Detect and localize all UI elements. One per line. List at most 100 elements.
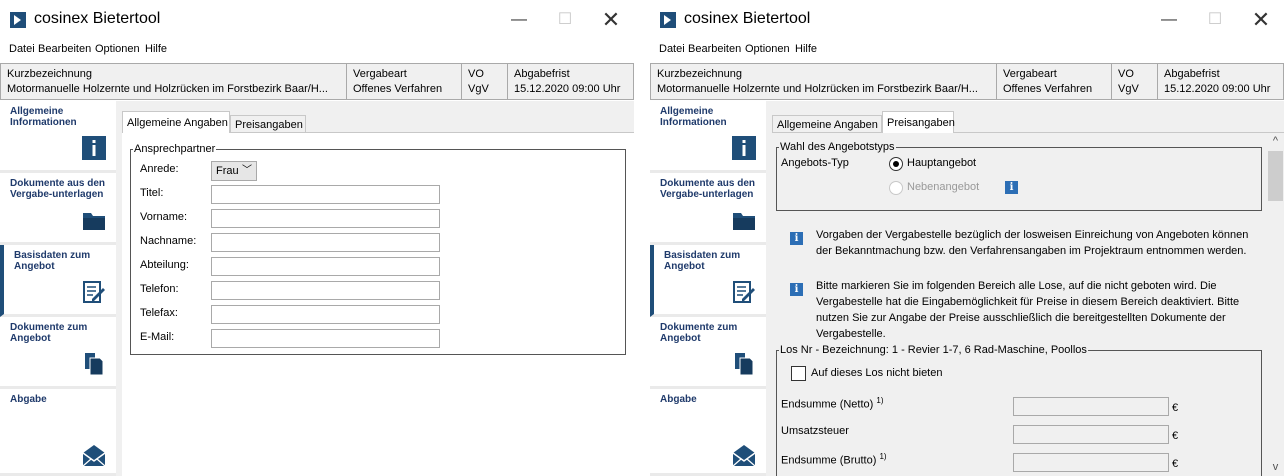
tab-preisangaben[interactable]: Preisangaben — [882, 111, 955, 133]
hauptangebot-radio[interactable] — [889, 157, 903, 171]
app-title: cosinex Bietertool — [684, 10, 811, 27]
project-info-bar: Kurzbezeichnung Motormanuelle Holzernte … — [650, 63, 1284, 100]
nicht-bieten-label: Auf dieses Los nicht bieten — [811, 367, 943, 379]
vorname-input[interactable] — [211, 209, 440, 228]
menu-bearbeiten[interactable]: Bearbeiten — [38, 43, 91, 55]
kurzbezeichnung-column: Kurzbezeichnung Motormanuelle Holzernte … — [651, 64, 996, 99]
vo-value: VgV — [1118, 83, 1139, 95]
anrede-value: Frau — [216, 165, 239, 177]
minimize-button[interactable]: — — [1154, 8, 1184, 32]
documents-icon — [735, 353, 754, 376]
kurzbezeichnung-label: Kurzbezeichnung — [7, 68, 93, 80]
app-logo-icon — [660, 12, 676, 28]
email-label: E-Mail: — [140, 331, 175, 343]
menu-optionen[interactable]: Optionen — [95, 43, 140, 55]
nicht-bieten-checkbox[interactable] — [791, 366, 806, 381]
nav-label: Abgabe — [10, 394, 47, 405]
content-area: Allgemeine Angaben Preisangaben Ansprech… — [116, 101, 634, 476]
telefon-label: Telefon: — [140, 283, 179, 295]
losweise-hinweis: Vorgaben der Vergabestelle bezüglich der… — [816, 229, 1249, 257]
abteilung-label: Abteilung: — [140, 259, 189, 271]
currency-label: € — [1172, 458, 1179, 470]
anrede-select[interactable]: Frau ﹀ — [211, 161, 257, 181]
nav-dokumente-angebot[interactable]: Dokumente zum Angebot — [650, 317, 766, 389]
kurzbezeichnung-label: Kurzbezeichnung — [657, 68, 743, 80]
abgabefrist-column: Abgabefrist 15.12.2020 09:00 Uhr — [507, 64, 633, 99]
vergabeart-label: Vergabeart — [1003, 68, 1057, 80]
hauptangebot-label: Hauptangebot — [907, 157, 977, 169]
bietertool-window-allgemeine-angaben: cosinex Bietertool — ☐ ✕ Datei Bearbeite… — [0, 0, 634, 476]
currency-label: € — [1172, 402, 1179, 414]
kurzbezeichnung-value: Motormanuelle Holzernte und Holzrücken i… — [7, 83, 328, 95]
nav-dokumente-vergabeunterlagen[interactable]: Dokumente aus den Vergabe-unterlagen — [650, 173, 766, 245]
nav-label: Basisdaten zum Angebot — [664, 250, 741, 272]
chevron-down-icon: ﹀ — [242, 165, 252, 176]
nav-abgabe[interactable]: Abgabe — [650, 389, 766, 476]
nav-label: Dokumente aus den Vergabe-unterlagen — [10, 178, 106, 200]
email-input[interactable] — [211, 329, 440, 348]
vorname-label: Vorname: — [140, 211, 188, 223]
nav-dokumente-angebot[interactable]: Dokumente zum Angebot — [0, 317, 116, 389]
nav-abgabe[interactable]: Abgabe — [0, 389, 116, 476]
endsumme-netto-input — [1013, 397, 1169, 416]
abgabefrist-column: Abgabefrist 15.12.2020 09:00 Uhr — [1157, 64, 1283, 99]
nav-label: Dokumente aus den Vergabe-unterlagen — [660, 178, 756, 200]
folder-icon — [733, 213, 755, 230]
footnote-mark: 1) — [876, 396, 884, 405]
scroll-down-icon[interactable]: v — [1267, 459, 1284, 476]
edit-form-icon — [83, 281, 105, 303]
info-icon[interactable]: i — [1005, 181, 1018, 194]
menu-hilfe[interactable]: Hilfe — [145, 43, 167, 55]
minimize-button[interactable]: — — [504, 8, 534, 32]
info-icon — [82, 136, 106, 160]
sidebar: Allgemeine Informationen Dokumente aus d… — [0, 101, 116, 476]
nav-label: Dokumente zum Angebot — [660, 322, 738, 344]
scroll-up-icon[interactable]: ^ — [1267, 133, 1284, 150]
tab-allgemeine-angaben[interactable]: Allgemeine Angaben — [122, 111, 230, 133]
vo-label: VO — [1118, 68, 1134, 80]
menu-datei[interactable]: Datei — [659, 43, 685, 55]
vergabeart-value: Offenes Verfahren — [1003, 83, 1093, 95]
close-button[interactable]: ✕ — [1246, 8, 1276, 32]
title-bar: cosinex Bietertool — ☐ ✕ — [0, 0, 634, 40]
sidebar: Allgemeine Informationen Dokumente aus d… — [650, 101, 766, 476]
menu-optionen[interactable]: Optionen — [745, 43, 790, 55]
menu-hilfe[interactable]: Hilfe — [795, 43, 817, 55]
group-title: Wahl des Angebotstyps — [780, 141, 895, 153]
menu-datei[interactable]: Datei — [9, 43, 35, 55]
envelope-icon — [732, 445, 756, 467]
endsumme-brutto-text: Endsumme (Brutto) — [781, 454, 877, 467]
nav-basisdaten-angebot[interactable]: Basisdaten zum Angebot — [0, 245, 116, 317]
tab-allgemeine-angaben[interactable]: Allgemeine Angaben — [772, 115, 882, 133]
nachname-input[interactable] — [211, 233, 440, 252]
titel-input[interactable] — [211, 185, 440, 204]
vertical-scrollbar[interactable]: ^ v — [1267, 133, 1284, 476]
nav-allgemeine-informationen[interactable]: Allgemeine Informationen — [0, 101, 116, 173]
nav-allgemeine-informationen[interactable]: Allgemeine Informationen — [650, 101, 766, 173]
abgabefrist-label: Abgabefrist — [1164, 68, 1220, 80]
maximize-button[interactable]: ☐ — [550, 8, 580, 32]
vergabeart-column: Vergabeart Offenes Verfahren — [996, 64, 1111, 99]
umsatzsteuer-label: Umsatzsteuer — [781, 425, 849, 437]
nav-dokumente-vergabeunterlagen[interactable]: Dokumente aus den Vergabe-unterlagen — [0, 173, 116, 245]
menu-bearbeiten[interactable]: Bearbeiten — [688, 43, 741, 55]
telefon-input[interactable] — [211, 281, 440, 300]
tab-preisangaben[interactable]: Preisangaben — [230, 115, 306, 133]
scroll-thumb[interactable] — [1268, 151, 1283, 201]
abteilung-input[interactable] — [211, 257, 440, 276]
envelope-icon — [82, 445, 106, 467]
angebotstyp-label: Angebots-Typ — [781, 157, 849, 169]
los-group: Los Nr - Bezeichnung: 1 - Revier 1-7, 6 … — [776, 344, 1262, 476]
close-button[interactable]: ✕ — [596, 8, 626, 32]
nav-label: Basisdaten zum Angebot — [14, 250, 91, 272]
abgabefrist-label: Abgabefrist — [514, 68, 570, 80]
title-bar: cosinex Bietertool — ☐ ✕ — [650, 0, 1284, 40]
maximize-button[interactable]: ☐ — [1200, 8, 1230, 32]
nebenangebot-radio[interactable] — [889, 181, 903, 195]
nav-basisdaten-angebot[interactable]: Basisdaten zum Angebot — [650, 245, 766, 317]
abgabefrist-value: 15.12.2020 09:00 Uhr — [514, 83, 621, 95]
vo-value: VgV — [468, 83, 489, 95]
telefax-input[interactable] — [211, 305, 440, 324]
angebotstyp-group: Wahl des Angebotstyps Angebots-Typ Haupt… — [776, 141, 1262, 211]
telefax-label: Telefax: — [140, 307, 178, 319]
